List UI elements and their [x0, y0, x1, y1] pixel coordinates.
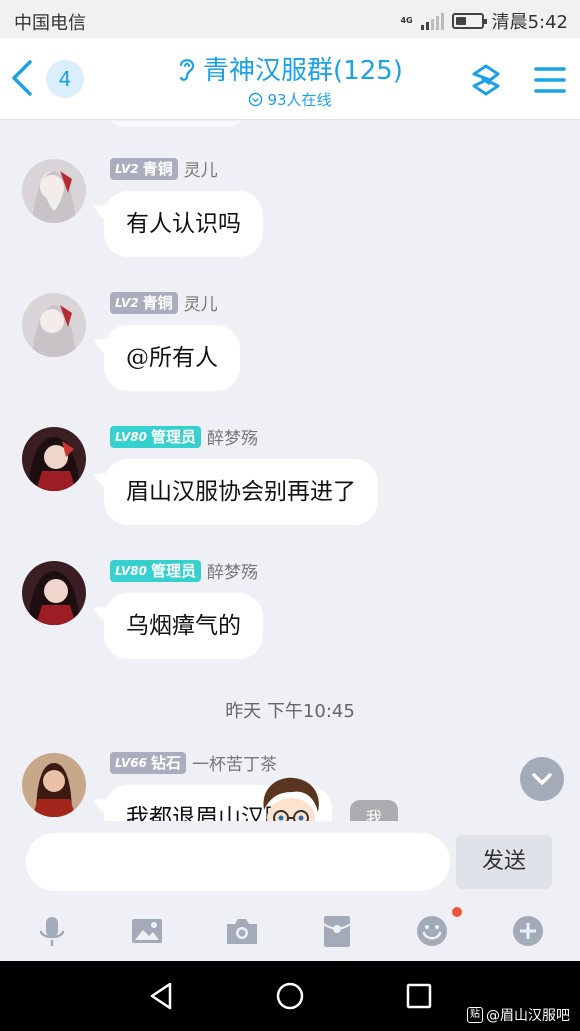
message-bubble[interactable]: @所有人 — [104, 325, 240, 391]
emoji-icon[interactable] — [414, 913, 450, 949]
sender-name[interactable]: 灵儿 — [184, 156, 218, 181]
online-count: 93人在线 — [267, 91, 332, 109]
plus-icon[interactable] — [510, 913, 546, 949]
network-type: 4G — [400, 16, 413, 25]
input-toolbar — [0, 903, 580, 961]
scroll-down-button[interactable] — [520, 757, 564, 801]
avatar[interactable] — [22, 753, 86, 817]
input-bar: 发送 — [0, 821, 580, 903]
level-badge: LV2 青铜 — [110, 291, 178, 314]
home-circle-icon[interactable] — [273, 979, 307, 1013]
watermark: 贴 @眉山汉服吧 — [467, 1005, 570, 1025]
red-packet-icon[interactable] — [319, 913, 355, 949]
avatar[interactable] — [22, 159, 86, 223]
camera-icon[interactable] — [224, 913, 260, 949]
watermark-text: @眉山汉服吧 — [486, 1008, 570, 1024]
group-link-icon[interactable] — [466, 60, 506, 100]
title-block[interactable]: 青神汉服群(125) 93人在线 — [150, 50, 430, 110]
chat-area[interactable]: LV2 青铜 灵儿 有人认识吗 LV2 青铜 灵儿 @所有人 LV80 管理员 醉梦殇… — [0, 121, 580, 821]
unread-count-badge[interactable]: 4 — [46, 60, 84, 98]
system-nav-bar: 贴 @眉山汉服吧 — [0, 961, 580, 1031]
status-bar: 中国电信 4G 清晨5:42 — [0, 0, 580, 38]
carrier-name: 中国电信 — [14, 13, 86, 34]
avatar[interactable] — [22, 293, 86, 357]
menu-icon[interactable] — [530, 60, 570, 100]
tieba-icon: 贴 — [467, 1007, 483, 1023]
message-bubble[interactable]: 眉山汉服协会别再进了 — [104, 459, 378, 525]
level-badge: LV66 钻石 — [110, 751, 186, 774]
chevron-circle-icon — [249, 92, 263, 107]
send-button[interactable]: 发送 — [456, 835, 552, 889]
group-title: 青神汉服群(125) — [203, 56, 403, 86]
recent-square-icon[interactable] — [402, 979, 436, 1013]
previous-message-bubble — [108, 121, 244, 127]
sender-name[interactable]: 灵儿 — [184, 290, 218, 315]
clock: 清晨5:42 — [491, 12, 568, 33]
timestamp: 昨天 下午10:45 — [225, 701, 355, 722]
signal-icon — [420, 12, 444, 30]
level-badge: LV80 管理员 — [110, 425, 201, 448]
back-triangle-icon[interactable] — [144, 979, 178, 1013]
sender-name[interactable]: 醉梦殇 — [207, 558, 258, 583]
avatar[interactable] — [22, 427, 86, 491]
level-badge: LV2 青铜 — [110, 157, 178, 180]
back-arrow-icon[interactable] — [8, 58, 38, 98]
level-badge: LV80 管理员 — [110, 559, 201, 582]
sender-name[interactable]: 一杯苦丁茶 — [192, 750, 277, 775]
image-icon[interactable] — [129, 913, 165, 949]
sender-name[interactable]: 醉梦殇 — [207, 424, 258, 449]
notification-dot — [452, 907, 462, 917]
chat-header: 4 青神汉服群(125) 93人在线 — [0, 38, 580, 120]
battery-icon — [451, 13, 487, 29]
message-bubble[interactable]: 乌烟瘴气的 — [104, 593, 263, 659]
microphone-icon[interactable] — [34, 913, 70, 949]
avatar[interactable] — [22, 561, 86, 625]
ear-icon — [179, 58, 195, 81]
message-bubble[interactable]: 有人认识吗 — [104, 191, 263, 257]
online-status: 93人在线 — [150, 89, 430, 110]
chevron-down-icon — [532, 773, 552, 785]
message-input[interactable] — [26, 833, 450, 891]
